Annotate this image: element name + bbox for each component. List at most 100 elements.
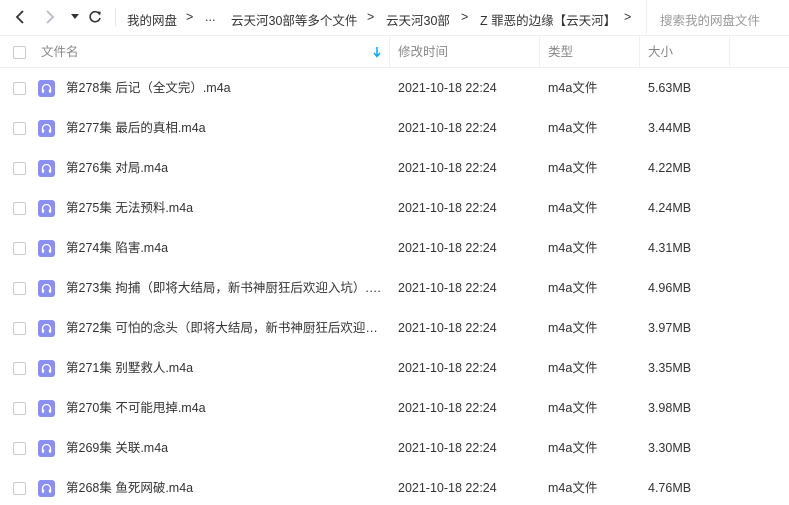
column-divider[interactable] xyxy=(639,36,640,68)
file-row[interactable]: 第270集 不可能甩掉.m4a 2021-10-18 22:24 m4a文件 3.98… xyxy=(0,388,789,428)
audio-file-icon xyxy=(38,160,55,177)
file-type: m4a文件 xyxy=(548,401,598,415)
file-row[interactable]: 第272集 可怕的念头（即将大结局，新书神厨狂后欢迎入... 2021-10-18… xyxy=(0,308,789,348)
sort-down-arrow-icon[interactable] xyxy=(373,46,381,58)
file-modified-time: 2021-10-18 22:24 xyxy=(398,281,497,295)
refresh-button[interactable] xyxy=(84,6,106,28)
row-checkbox[interactable] xyxy=(13,442,26,455)
breadcrumb-separator: > xyxy=(186,10,194,24)
file-name[interactable]: 第269集 关联.m4a xyxy=(66,440,382,456)
search-placeholder: 搜索我的网盘文件 xyxy=(660,14,761,28)
select-all-checkbox[interactable] xyxy=(13,46,26,59)
file-name[interactable]: 第270集 不可能甩掉.m4a xyxy=(66,400,382,416)
column-divider[interactable] xyxy=(729,36,730,68)
file-size: 4.22MB xyxy=(648,161,692,175)
headphones-icon xyxy=(41,83,52,93)
file-type: m4a文件 xyxy=(548,81,598,95)
column-header-modified[interactable]: 修改时间 xyxy=(398,36,448,68)
file-name[interactable]: 第273集 拘捕（即将大结局，新书神厨狂后欢迎入坑）.m... xyxy=(66,280,382,296)
breadcrumb-overflow-arrow[interactable]: > xyxy=(624,10,631,24)
file-modified-time: 2021-10-18 22:24 xyxy=(398,361,497,375)
breadcrumb-separator: > xyxy=(461,10,469,24)
column-divider[interactable] xyxy=(539,36,540,68)
search-input[interactable]: 搜索我的网盘文件 xyxy=(646,0,789,36)
audio-file-icon xyxy=(38,280,55,297)
headphones-icon xyxy=(41,323,52,333)
audio-file-icon xyxy=(38,200,55,217)
headphones-icon xyxy=(41,203,52,213)
row-checkbox[interactable] xyxy=(13,242,26,255)
file-modified-time: 2021-10-18 22:24 xyxy=(398,241,497,255)
file-modified-time: 2021-10-18 22:24 xyxy=(398,121,497,135)
headphones-icon xyxy=(41,243,52,253)
audio-file-icon xyxy=(38,320,55,337)
file-modified-time: 2021-10-18 22:24 xyxy=(398,161,497,175)
headphones-icon xyxy=(41,403,52,413)
row-checkbox[interactable] xyxy=(13,282,26,295)
headphones-icon xyxy=(41,483,52,493)
audio-file-icon xyxy=(38,400,55,417)
breadcrumb-item-folder[interactable]: 云天河30部 xyxy=(386,10,450,29)
row-checkbox[interactable] xyxy=(13,202,26,215)
forward-button[interactable] xyxy=(38,6,60,28)
file-type: m4a文件 xyxy=(548,481,598,495)
row-checkbox[interactable] xyxy=(13,122,26,135)
file-name[interactable]: 第276集 对局.m4a xyxy=(66,160,382,176)
audio-file-icon xyxy=(38,480,55,497)
column-divider[interactable] xyxy=(389,36,390,68)
file-name[interactable]: 第268集 鱼死网破.m4a xyxy=(66,480,382,496)
file-row[interactable]: 第268集 鱼死网破.m4a 2021-10-18 22:24 m4a文件 4.76M… xyxy=(0,468,789,505)
column-header-name[interactable]: 文件名 xyxy=(41,36,79,68)
file-size: 3.98MB xyxy=(648,401,692,415)
file-name[interactable]: 第275集 无法预料.m4a xyxy=(66,200,382,216)
file-row[interactable]: 第275集 无法预料.m4a 2021-10-18 22:24 m4a文件 4.24M… xyxy=(0,188,789,228)
row-checkbox[interactable] xyxy=(13,82,26,95)
file-row[interactable]: 第271集 别墅救人.m4a 2021-10-18 22:24 m4a文件 3.35M… xyxy=(0,348,789,388)
file-row[interactable]: 第273集 拘捕（即将大结局，新书神厨狂后欢迎入坑）.m... 2021-10-1… xyxy=(0,268,789,308)
file-modified-time: 2021-10-18 22:24 xyxy=(398,401,497,415)
file-size: 3.44MB xyxy=(648,121,692,135)
back-button[interactable] xyxy=(10,6,32,28)
file-name[interactable]: 第274集 陷害.m4a xyxy=(66,240,382,256)
file-size: 5.63MB xyxy=(648,81,692,95)
file-type: m4a文件 xyxy=(548,121,598,135)
file-list-header: 文件名 修改时间 类型 大小 xyxy=(0,36,789,68)
file-name[interactable]: 第277集 最后的真相.m4a xyxy=(66,120,382,136)
file-type: m4a文件 xyxy=(548,281,598,295)
file-row[interactable]: 第269集 关联.m4a 2021-10-18 22:24 m4a文件 3.30MB xyxy=(0,428,789,468)
file-modified-time: 2021-10-18 22:24 xyxy=(398,441,497,455)
file-name[interactable]: 第271集 别墅救人.m4a xyxy=(66,360,382,376)
row-checkbox[interactable] xyxy=(13,402,26,415)
breadcrumb-item-ellipsis[interactable]: ... xyxy=(205,10,215,24)
refresh-icon xyxy=(89,10,101,23)
file-name[interactable]: 第272集 可怕的念头（即将大结局，新书神厨狂后欢迎入... xyxy=(66,320,382,336)
file-size: 4.96MB xyxy=(648,281,692,295)
file-row[interactable]: 第277集 最后的真相.m4a 2021-10-18 22:24 m4a文件 3.44… xyxy=(0,108,789,148)
headphones-icon xyxy=(41,363,52,373)
row-checkbox[interactable] xyxy=(13,322,26,335)
breadcrumb-item-root[interactable]: 我的网盘 xyxy=(127,10,177,29)
column-header-type[interactable]: 类型 xyxy=(548,36,573,68)
headphones-icon xyxy=(41,163,52,173)
audio-file-icon xyxy=(38,120,55,137)
file-row[interactable]: 第278集 后记（全文完）.m4a 2021-10-18 22:24 m4a文件 5.… xyxy=(0,68,789,108)
audio-file-icon xyxy=(38,440,55,457)
file-size: 4.24MB xyxy=(648,201,692,215)
toolbar-divider xyxy=(115,8,116,26)
file-modified-time: 2021-10-18 22:24 xyxy=(398,321,497,335)
breadcrumb-item-current[interactable]: Z 罪恶的边缘【云天河】 xyxy=(480,10,612,29)
file-modified-time: 2021-10-18 22:24 xyxy=(398,201,497,215)
row-checkbox[interactable] xyxy=(13,482,26,495)
file-size: 4.76MB xyxy=(648,481,692,495)
file-row[interactable]: 第276集 对局.m4a 2021-10-18 22:24 m4a文件 4.22MB xyxy=(0,148,789,188)
file-size: 3.97MB xyxy=(648,321,692,335)
file-row[interactable]: 第274集 陷害.m4a 2021-10-18 22:24 m4a文件 4.31MB xyxy=(0,228,789,268)
breadcrumb-item-folder[interactable]: 云天河30部等多个文件 xyxy=(231,10,357,29)
audio-file-icon xyxy=(38,240,55,257)
history-dropdown-button[interactable] xyxy=(64,6,86,28)
headphones-icon xyxy=(41,283,52,293)
file-name[interactable]: 第278集 后记（全文完）.m4a xyxy=(66,80,382,96)
column-header-size[interactable]: 大小 xyxy=(648,36,673,68)
row-checkbox[interactable] xyxy=(13,162,26,175)
row-checkbox[interactable] xyxy=(13,362,26,375)
